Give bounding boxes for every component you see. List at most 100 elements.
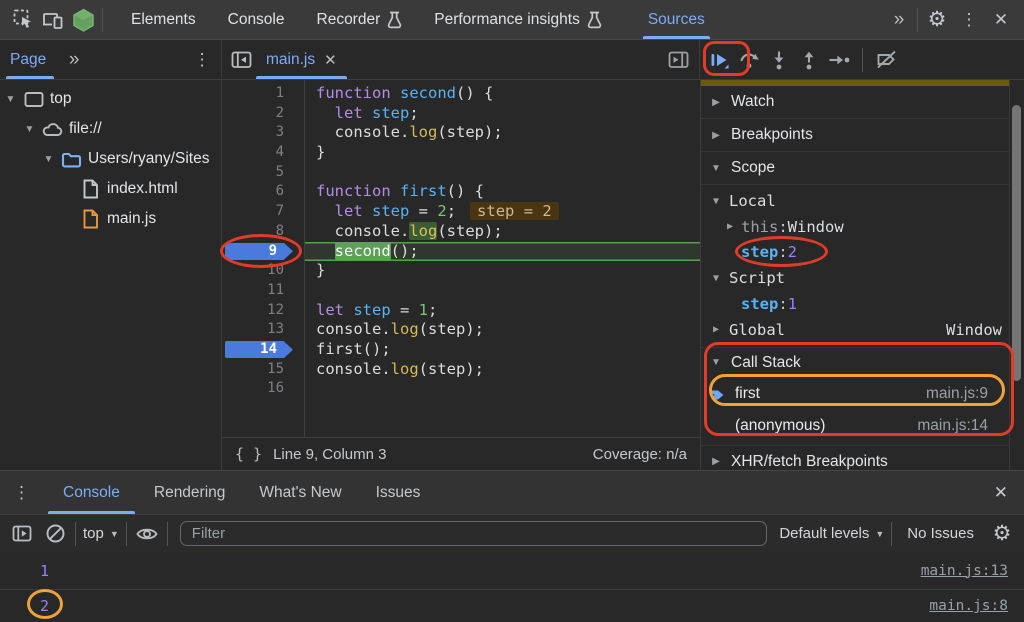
deactivate-breakpoints-icon[interactable] [873,47,899,73]
tree-item-file-[interactable]: ▼file:// [0,114,221,144]
scope-var-this[interactable]: ▶this: Window [701,214,1009,240]
step-icon[interactable] [826,47,852,73]
topbar-tab-recorder[interactable]: Recorder [301,0,419,39]
close-tab-icon[interactable]: ✕ [324,51,337,69]
context-selector[interactable]: top ▼ [83,525,119,542]
console-settings-gear-icon[interactable]: ⚙ [989,521,1015,547]
tab-page[interactable]: Page [0,40,60,79]
scrollbar-track[interactable] [1009,80,1024,470]
drawer-tab-console[interactable]: Console [46,471,137,514]
more-tabs-icon[interactable]: » [885,7,911,33]
gutter[interactable]: 14 [222,340,305,360]
gutter[interactable]: 3 [222,123,305,143]
editor-tab-mainjs[interactable]: main.js ✕ [254,40,349,79]
call-stack-frame-first[interactable]: firstmain.js:9 [701,378,1009,411]
step-over-icon[interactable] [736,47,762,73]
scope-group-global[interactable]: ▶GlobalWindow [701,317,1009,343]
expand-caret-icon[interactable]: ▼ [23,124,36,135]
gutter[interactable]: 8 [222,222,305,242]
drawer-menu-icon[interactable]: ⋮ [0,471,46,514]
close-drawer-icon[interactable]: ✕ [978,471,1024,514]
code-line-12[interactable]: 12let step = 1; [222,301,700,321]
code-line-10[interactable]: 10} [222,261,700,281]
code-line-9[interactable]: 9 second(); [222,242,700,262]
tree-item-index-html[interactable]: index.html [0,174,221,204]
gutter[interactable]: 15 [222,360,305,380]
topbar-tab-performance-insights[interactable]: Performance insights [418,0,618,39]
code-line-7[interactable]: 7 let step = 2;step = 2 [222,202,700,222]
tree-item-users-ryany-sites[interactable]: ▼Users/ryany/Sites [0,144,221,174]
step-into-icon[interactable] [766,47,792,73]
filter-input[interactable] [180,521,768,546]
code-line-13[interactable]: 13console.log(step); [222,320,700,340]
code-line-5[interactable]: 5 [222,163,700,183]
customize-menu-icon[interactable]: ⋮ [956,7,982,33]
tree-item-main-js[interactable]: main.js [0,204,221,234]
chevron-right-icon[interactable]: ▶ [727,221,741,232]
code-line-2[interactable]: 2 let step; [222,104,700,124]
section-call-stack[interactable]: ▼ Call Stack [701,348,1009,378]
call-stack-frame--anonymous-[interactable]: (anonymous)main.js:14 [701,410,1009,443]
gutter[interactable]: 13 [222,320,305,340]
scope-group-local[interactable]: ▼Local [701,188,1009,214]
code-line-11[interactable]: 11 [222,281,700,301]
breakpoint-marker-line-14[interactable]: 14 [225,341,293,359]
live-expression-eye-icon[interactable] [134,521,160,547]
topbar-tab-elements[interactable]: Elements [115,0,212,39]
code-line-16[interactable]: 16 [222,379,700,399]
log-levels-selector[interactable]: Default levels ▼ [779,525,884,542]
nodejs-icon[interactable] [70,7,96,33]
source-location-link[interactable]: main.js:13 [921,563,1008,579]
drawer-tab-what-s-new[interactable]: What's New [242,471,358,514]
step-out-icon[interactable] [796,47,822,73]
drawer-tab-issues[interactable]: Issues [359,471,438,514]
execution-pointer-line-9[interactable]: 9 [225,243,293,261]
issues-counter[interactable]: No Issues [899,525,982,542]
pretty-print-icon[interactable]: { } [235,445,262,463]
expand-caret-icon[interactable]: ▼ [4,94,17,105]
code-line-4[interactable]: 4} [222,143,700,163]
navigator-menu-icon[interactable]: ⋮ [189,47,215,73]
gutter[interactable]: 9 [222,242,305,262]
close-devtools-icon[interactable]: ✕ [988,7,1014,33]
gutter[interactable]: 16 [222,379,305,399]
code-line-3[interactable]: 3 console.log(step); [222,123,700,143]
topbar-tab-console[interactable]: Console [212,0,301,39]
gutter[interactable]: 7 [222,202,305,222]
section-breakpoints[interactable]: ▶ Breakpoints [701,119,1009,152]
inspect-element-icon[interactable] [10,7,36,33]
resume-script-icon[interactable] [706,47,732,73]
gutter[interactable]: 10 [222,261,305,281]
scope-var-step[interactable]: step: 2 [701,240,1009,266]
code-line-6[interactable]: 6function first() { [222,182,700,202]
device-toolbar-icon[interactable] [40,7,66,33]
topbar-tab-sources[interactable]: Sources [632,0,721,39]
collapse-navigator-icon[interactable] [228,47,254,73]
clear-console-icon[interactable] [42,521,68,547]
source-location-link[interactable]: main.js:8 [929,598,1008,614]
gutter[interactable]: 1 [222,84,305,104]
code-area[interactable]: 1function second() {2 let step;3 console… [222,80,700,437]
scope-var-step[interactable]: step: 1 [701,291,1009,317]
gutter[interactable]: 6 [222,182,305,202]
settings-gear-icon[interactable]: ⚙ [924,7,950,33]
code-line-15[interactable]: 15console.log(step); [222,360,700,380]
scrollbar-thumb[interactable] [1012,105,1021,381]
section-watch[interactable]: ▶ Watch [701,86,1009,119]
tree-item-top[interactable]: ▼top [0,84,221,114]
gutter[interactable]: 5 [222,163,305,183]
gutter[interactable]: 4 [222,143,305,163]
code-line-14[interactable]: 14first(); [222,340,700,360]
section-scope[interactable]: ▼ Scope [701,152,1009,185]
expand-caret-icon[interactable]: ▼ [42,154,55,165]
code-line-1[interactable]: 1function second() { [222,84,700,104]
scope-group-script[interactable]: ▼Script [701,265,1009,291]
code-line-8[interactable]: 8 console.log(step); [222,222,700,242]
gutter[interactable]: 11 [222,281,305,301]
expand-debugger-icon[interactable] [665,47,691,73]
console-sidebar-icon[interactable] [9,521,35,547]
more-navigator-tabs-icon[interactable]: » [60,47,86,73]
drawer-tab-rendering[interactable]: Rendering [137,471,243,514]
gutter[interactable]: 12 [222,301,305,321]
gutter[interactable]: 2 [222,104,305,124]
